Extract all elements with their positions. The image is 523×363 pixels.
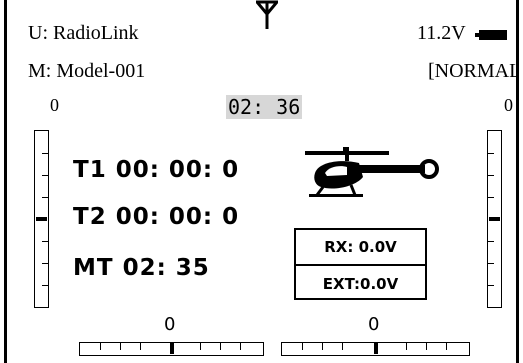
battery-terminal <box>475 33 479 37</box>
trim-tick <box>406 343 407 350</box>
timer-mt[interactable]: MT 02: 35 <box>73 255 210 281</box>
trim-tick <box>426 343 427 350</box>
trim-tick <box>488 263 494 264</box>
trim-tick <box>488 285 494 286</box>
trim-marker <box>170 343 174 354</box>
trim-tick <box>220 343 221 350</box>
trim-tick <box>42 197 48 198</box>
voltage-readout: 11.2V <box>417 22 466 44</box>
trim-tick <box>488 153 494 154</box>
rx-voltage: RX: 0.0V <box>324 238 397 256</box>
trim-marker <box>374 343 378 354</box>
bottom-right-trim-value: 0 <box>368 314 380 335</box>
trim-tick <box>322 343 323 350</box>
trim-tick <box>42 263 48 264</box>
bottom-left-trim[interactable] <box>79 342 264 356</box>
timer-t1[interactable]: T1 00: 00: 0 <box>73 157 239 183</box>
trim-marker <box>489 217 500 221</box>
timer-t2[interactable]: T2 00: 00: 0 <box>73 204 239 230</box>
model-label[interactable]: M: Model-001 <box>28 60 145 83</box>
battery-icon <box>479 30 507 40</box>
transmitter-screen: U: RadioLink M: Model-001 11.2V [NORMAL]… <box>4 0 519 363</box>
antenna-icon <box>256 0 278 29</box>
trim-tick <box>42 153 48 154</box>
trim-tick <box>42 285 48 286</box>
trim-tick <box>488 241 494 242</box>
trim-tick <box>120 343 121 350</box>
trim-tick <box>488 175 494 176</box>
trim-tick <box>342 343 343 350</box>
divider <box>296 264 425 266</box>
trim-tick <box>140 343 141 350</box>
receiver-voltage-box: RX: 0.0V EXT:0.0V <box>294 228 427 300</box>
trim-tick <box>446 343 447 350</box>
session-timer: 02: 36 <box>226 95 303 119</box>
trim-tick <box>100 343 101 350</box>
left-vertical-trim[interactable] <box>34 130 49 308</box>
bottom-left-trim-value: 0 <box>164 314 176 335</box>
trim-tick <box>240 343 241 350</box>
ext-voltage: EXT:0.0V <box>322 275 399 293</box>
trim-tick <box>42 241 48 242</box>
trim-tick <box>488 197 494 198</box>
right-vertical-trim[interactable] <box>487 130 502 308</box>
trim-tick <box>200 343 201 350</box>
trim-marker <box>36 217 47 221</box>
flight-mode[interactable]: [NORMAL] <box>428 60 516 83</box>
trim-tick <box>42 175 48 176</box>
user-label: U: RadioLink <box>28 22 139 44</box>
right-trim-value: 0 <box>504 95 513 115</box>
helicopter-icon <box>305 147 439 197</box>
left-trim-value: 0 <box>50 95 59 115</box>
trim-tick <box>302 343 303 350</box>
bottom-right-trim[interactable] <box>281 342 470 356</box>
